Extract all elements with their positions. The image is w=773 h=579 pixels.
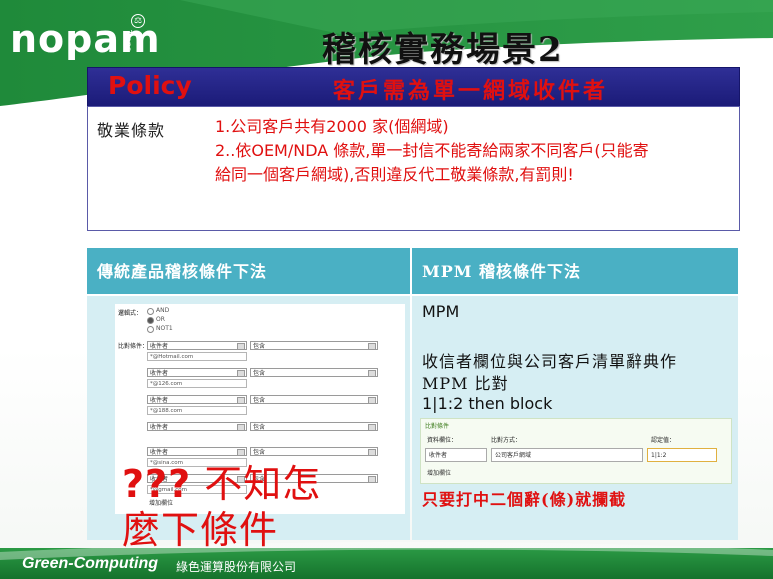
- header-mpm: MPM 稽核條件下法: [412, 248, 738, 294]
- policy-body-text: 1.公司客戶共有2000 家(個網域) 2..依OEM/NDA 條款,單一封信不…: [215, 115, 730, 187]
- header-mpm-label: MPM 稽核條件下法: [422, 262, 582, 281]
- policy-body: 敬業條款 1.公司客戶共有2000 家(個網域) 2..依OEM/NDA 條款,…: [87, 106, 740, 231]
- field-select[interactable]: 收件者: [147, 395, 247, 404]
- radio-not-label: NOT1: [156, 325, 173, 332]
- mpm-line: 收信者欄位與公司客戶清單辭典作: [422, 352, 678, 371]
- mpm-rule-value: 1|1:2 then block: [422, 394, 553, 413]
- mpm-col-value-label: 認定值：: [651, 437, 676, 444]
- op-select[interactable]: 包含: [250, 368, 378, 377]
- logo-emblem-icon: ⚖: [131, 14, 145, 28]
- mpm-line: MPM 比對: [422, 374, 509, 393]
- footer-company: 綠色運算股份有限公司: [176, 560, 297, 574]
- field-select[interactable]: 收件者: [147, 422, 247, 431]
- value-input[interactable]: *@126.com: [147, 379, 247, 388]
- overlay-line1: 不知怎: [191, 462, 322, 506]
- mpm-field-select[interactable]: 收件者: [425, 448, 487, 462]
- op-select[interactable]: 包含: [250, 395, 378, 404]
- logo-subtext: Trans: [124, 30, 133, 52]
- header-traditional-label: 傳統產品稽核條件下法: [97, 262, 268, 281]
- mpm-col-field-label: 資料欄位：: [427, 437, 458, 444]
- value-input[interactable]: *@Hotmail.com: [147, 352, 247, 361]
- value-input[interactable]: *@188.com: [147, 406, 247, 415]
- logic-label: 邏輯式：: [118, 310, 143, 317]
- comparison-table: 傳統產品稽核條件下法 MPM 稽核條件下法 邏輯式： AND OR NOT1 比…: [87, 248, 738, 552]
- policy-label: Policy: [108, 71, 192, 100]
- field-select[interactable]: 收件者: [147, 368, 247, 377]
- overlay-question: ??? 不知怎 麼下條件: [122, 461, 321, 553]
- field-select[interactable]: 收件者: [147, 341, 247, 350]
- header-traditional: 傳統產品稽核條件下法: [87, 248, 410, 294]
- radio-not[interactable]: [147, 326, 154, 333]
- mpm-title: MPM: [422, 302, 460, 321]
- field-select[interactable]: 收件者: [147, 447, 247, 456]
- policy-line: 2..依OEM/NDA 條款,單一封信不能寄給兩家不同客戶(只能寄: [215, 141, 649, 160]
- radio-and[interactable]: [147, 308, 154, 315]
- policy-heading: 客戶需為單一網域收件者: [333, 78, 609, 104]
- mpm-value-input[interactable]: 1|1:2: [647, 448, 717, 462]
- mpm-cell: MPM 收信者欄位與公司客戶清單辭典作 MPM 比對 1|1:2 then bl…: [412, 296, 738, 540]
- mpm-rule-form-screenshot: 比對條件 資料欄位： 比對方式： 認定值： 收件者 公司客戶網域 1|1:2 增…: [420, 418, 732, 484]
- traditional-cell: 邏輯式： AND OR NOT1 比對條件： 收件者 包含 *@Hotmail.…: [87, 296, 410, 552]
- op-select[interactable]: 包含: [250, 341, 378, 350]
- policy-line: 給同一個客戶網域),否則違反代工敬業條款,有罰則!: [215, 165, 574, 184]
- policy-header-bar: Policy 客戶需為單一網域收件者: [87, 67, 740, 107]
- radio-or-label: OR: [156, 316, 165, 323]
- op-select[interactable]: 包含: [250, 447, 378, 456]
- mpm-add-field-link[interactable]: 增加欄位: [427, 468, 451, 477]
- slide-title: 稽核實務場景2: [322, 30, 564, 70]
- slide: nopam ⚖ Trans 稽核實務場景2 Policy 客戶需為單一網域收件者…: [0, 0, 773, 579]
- footer-brand: Green-Computing: [22, 555, 158, 572]
- radio-or[interactable]: [147, 317, 154, 324]
- mpm-note: 只要打中二個辭(條)就攔截: [422, 490, 627, 509]
- mpm-panel-heading: 比對條件: [425, 423, 450, 430]
- radio-and-label: AND: [156, 307, 170, 314]
- policy-line: 1.公司客戶共有2000 家(個網域): [215, 117, 449, 136]
- mpm-method-select[interactable]: 公司客戶網域: [491, 448, 643, 462]
- policy-body-label: 敬業條款: [97, 121, 166, 140]
- compare-label: 比對條件：: [118, 343, 149, 350]
- mpm-col-method-label: 比對方式：: [491, 437, 522, 444]
- overlay-question-marks: ???: [122, 462, 192, 506]
- overlay-line2: 麼下條件: [122, 508, 279, 552]
- op-select[interactable]: 包含: [250, 422, 378, 431]
